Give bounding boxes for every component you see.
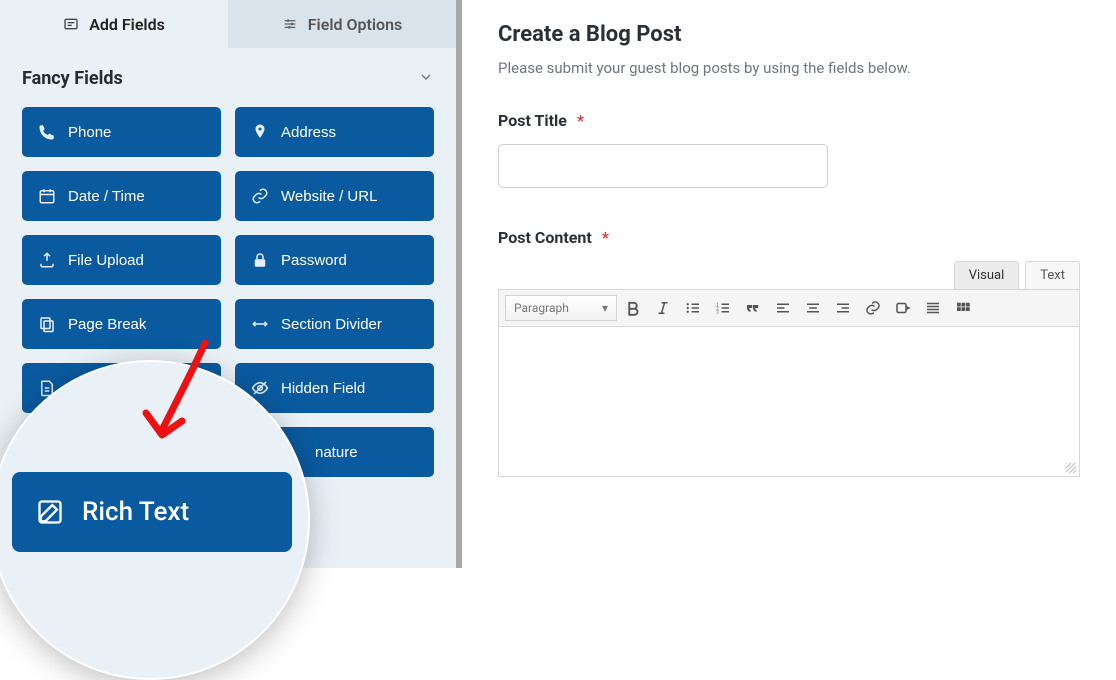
editor-tabs: Visual Text — [498, 261, 1080, 289]
blockquote-button[interactable] — [739, 294, 767, 322]
tab-add-fields[interactable]: Add Fields — [0, 0, 228, 48]
field-date-time[interactable]: Date / Time — [22, 171, 221, 221]
insert-link-button[interactable] — [859, 294, 887, 322]
align-left-button[interactable] — [769, 294, 797, 322]
bullet-list-button[interactable] — [679, 294, 707, 322]
numbered-list-button[interactable]: 123 — [709, 294, 737, 322]
align-right-button[interactable] — [829, 294, 857, 322]
panel-tabs: Add Fields Field Options — [0, 0, 456, 48]
form-description: Please submit your guest blog posts by u… — [498, 59, 1080, 77]
field-label: Website / URL — [281, 188, 377, 205]
field-address[interactable]: Address — [235, 107, 434, 157]
toolbar-toggle-button[interactable] — [949, 294, 977, 322]
field-phone[interactable]: Phone — [22, 107, 221, 157]
field-section-divider[interactable]: Section Divider — [235, 299, 434, 349]
label-text: Post Title — [498, 111, 567, 130]
editor-tab-text[interactable]: Text — [1025, 261, 1080, 289]
location-icon — [251, 123, 269, 141]
zoom-callout: Rich Text — [0, 360, 310, 680]
resize-handle[interactable] — [1064, 461, 1076, 473]
dropdown-icon: ▾ — [602, 301, 608, 315]
link-icon — [251, 187, 269, 205]
required-marker: * — [577, 111, 584, 130]
left-panel: Add Fields Field Options Fancy Fields Ph… — [0, 0, 462, 568]
lock-icon — [251, 251, 269, 269]
post-content-field: Post Content * Visual Text Paragraph ▾ 1… — [498, 228, 1080, 477]
insert-tag-button[interactable] — [889, 294, 917, 322]
field-label: Address — [281, 124, 336, 141]
field-password[interactable]: Password — [235, 235, 434, 285]
post-content-label: Post Content * — [498, 228, 1080, 247]
field-label: Page Break — [68, 316, 146, 333]
field-label: Password — [281, 252, 347, 269]
post-title-label: Post Title * — [498, 111, 1080, 130]
field-label: Hidden Field — [281, 380, 365, 397]
pages-icon — [38, 315, 56, 333]
post-title-input[interactable] — [498, 144, 828, 188]
editor-textarea[interactable] — [498, 327, 1080, 477]
group-header[interactable]: Fancy Fields — [22, 48, 434, 107]
svg-text:3: 3 — [716, 309, 719, 315]
field-page-break[interactable]: Page Break — [22, 299, 221, 349]
field-label: Phone — [68, 124, 111, 141]
bold-button[interactable] — [619, 294, 647, 322]
edit-icon — [36, 498, 64, 526]
field-rich-text-zoom[interactable]: Rich Text — [12, 472, 292, 552]
label-text: Post Content — [498, 228, 592, 247]
calendar-icon — [38, 187, 56, 205]
field-label: nature — [315, 444, 358, 461]
align-center-button[interactable] — [799, 294, 827, 322]
divider-icon — [251, 315, 269, 333]
field-label: Section Divider — [281, 316, 382, 333]
tab-add-fields-label: Add Fields — [89, 15, 165, 34]
paragraph-label: Paragraph — [514, 301, 569, 315]
tab-field-options-label: Field Options — [308, 15, 402, 34]
phone-icon — [38, 123, 56, 141]
required-marker: * — [602, 228, 609, 247]
chevron-down-icon — [418, 69, 434, 89]
upload-icon — [38, 251, 56, 269]
zoom-label: Rich Text — [82, 497, 189, 527]
paragraph-select[interactable]: Paragraph ▾ — [505, 295, 617, 321]
italic-button[interactable] — [649, 294, 677, 322]
post-title-field: Post Title * — [498, 111, 1080, 188]
field-label: File Upload — [68, 252, 144, 269]
editor-toolbar: Paragraph ▾ 123 — [498, 289, 1080, 327]
editor-tab-visual[interactable]: Visual — [954, 261, 1020, 289]
field-options-icon — [282, 16, 298, 32]
field-hidden-field[interactable]: Hidden Field — [235, 363, 434, 413]
eye-slash-icon — [251, 379, 269, 397]
form-title: Create a Blog Post — [498, 22, 1080, 47]
fullscreen-button[interactable] — [919, 294, 947, 322]
add-fields-icon — [63, 16, 79, 32]
field-label: Date / Time — [68, 188, 145, 205]
group-title: Fancy Fields — [22, 68, 123, 89]
tab-field-options[interactable]: Field Options — [228, 0, 456, 48]
field-file-upload[interactable]: File Upload — [22, 235, 221, 285]
field-website-url[interactable]: Website / URL — [235, 171, 434, 221]
form-preview: Create a Blog Post Please submit your gu… — [462, 0, 1116, 568]
